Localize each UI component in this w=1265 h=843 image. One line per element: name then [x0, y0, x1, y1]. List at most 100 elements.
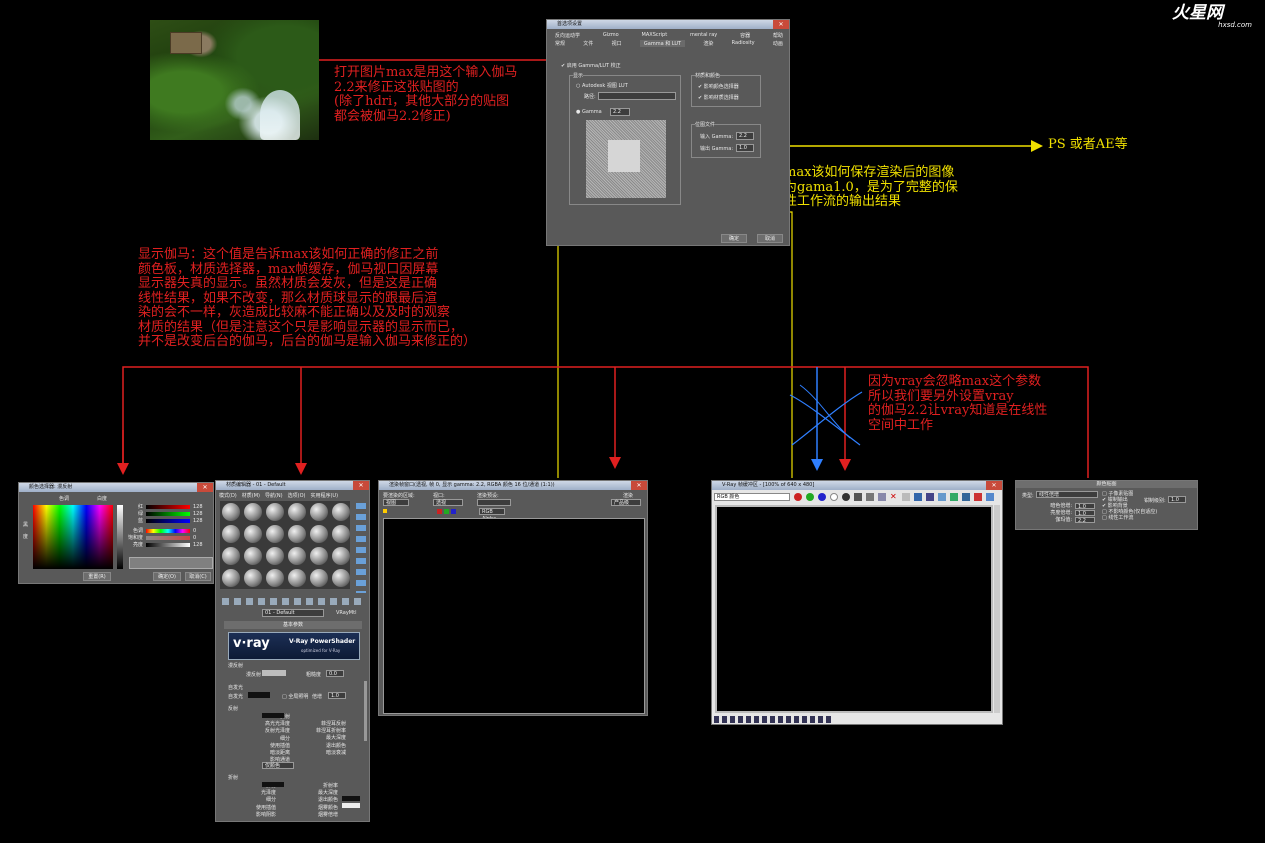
color-mapping-header[interactable]: 颜色贴图 [1016, 481, 1197, 488]
tab-gamma-lut[interactable]: Gamma 和 LUT [639, 40, 686, 47]
gamma-radio[interactable]: ● Gamma [576, 109, 602, 115]
mono-icon[interactable] [842, 493, 850, 501]
sample-slots[interactable] [220, 501, 350, 589]
slider-value[interactable]: 128 [193, 511, 203, 517]
reflect-swatch[interactable] [262, 713, 284, 718]
lut-path-field[interactable] [598, 92, 676, 100]
hue-spectrum[interactable] [33, 505, 113, 569]
display-gamma-field[interactable]: 2.2 [610, 108, 630, 116]
tab-files[interactable]: 文件 [583, 40, 593, 47]
exit-color-swatch[interactable] [342, 796, 360, 801]
gamma-field[interactable]: 2.2 [1075, 516, 1095, 524]
render-mode-select[interactable]: 产品级 [611, 499, 641, 506]
blue-channel-icon[interactable] [818, 493, 826, 501]
srgb-icon[interactable] [974, 493, 982, 501]
tab-mentalray[interactable]: mental ray [690, 32, 717, 39]
bright-mult-field[interactable]: 1.0 [1075, 509, 1095, 517]
close-icon[interactable]: ✕ [773, 20, 789, 29]
link-icon[interactable] [926, 493, 934, 501]
channel-select[interactable]: RGB Alpha [479, 508, 505, 522]
blue-slider[interactable] [146, 518, 190, 523]
tab-help[interactable]: 帮助 [773, 32, 783, 39]
selfillum-swatch[interactable] [248, 692, 270, 698]
slider-value[interactable]: 128 [193, 518, 203, 524]
tab-viewports[interactable]: 视口 [612, 40, 622, 47]
prefs-cancel-button[interactable]: 取消 [757, 234, 783, 243]
tab-general[interactable]: 常规 [555, 40, 565, 47]
slider-value[interactable]: 0 [193, 528, 196, 534]
region-icon[interactable] [902, 493, 910, 501]
mat-scrollbar[interactable] [364, 681, 367, 741]
menu-navigation[interactable]: 导航(N) [265, 492, 283, 499]
gi-checkbox[interactable]: □ 全局照明 [282, 693, 308, 700]
preset-select[interactable] [477, 499, 511, 506]
refract-swatch[interactable] [262, 782, 284, 787]
mult-field[interactable]: 1.0 [328, 692, 346, 699]
alpha-channel-icon[interactable] [830, 493, 838, 501]
vfb-scrollbar[interactable] [994, 505, 1000, 713]
menu-options[interactable]: 选项(O) [288, 492, 306, 499]
input-gamma-field[interactable]: 2.2 [736, 132, 754, 140]
save-icon[interactable] [854, 493, 862, 501]
menu-mode[interactable]: 模式(D) [219, 492, 237, 499]
saturation-slider[interactable] [146, 535, 190, 540]
affect-color-checkbox[interactable]: ✔ 影响颜色选择器 [698, 83, 739, 90]
affect-channel-select[interactable]: 仅颜色 [262, 762, 294, 769]
green-slider[interactable] [146, 511, 190, 516]
lut-icon[interactable] [962, 493, 970, 501]
color-ok-button[interactable]: 确定(O) [153, 572, 181, 581]
close-icon[interactable]: ✕ [353, 481, 369, 490]
close-icon[interactable]: ✕ [986, 481, 1002, 490]
basic-params-rollout[interactable]: 基本参数 [224, 621, 362, 629]
enable-gamma-checkbox[interactable]: ✔ 启用 Gamma/LUT 校正 [561, 62, 621, 69]
slider-value[interactable]: 128 [193, 542, 203, 548]
clamp-level-field[interactable]: 1.0 [1168, 496, 1186, 503]
prefs-ok-button[interactable]: 确定 [721, 234, 747, 243]
area-select[interactable]: 视图 [383, 499, 409, 506]
track-mouse-icon[interactable] [914, 493, 922, 501]
tab-ik[interactable]: 反向运动学 [555, 32, 580, 39]
tab-container[interactable]: 容器 [740, 32, 750, 39]
clear-icon[interactable] [866, 493, 874, 501]
red-slider[interactable] [146, 504, 190, 509]
fog-color-swatch[interactable] [342, 803, 360, 808]
menu-utilities[interactable]: 实用程序(U) [310, 492, 338, 499]
affect-material-checkbox[interactable]: ✔ 影响材质选择器 [698, 94, 739, 101]
hue-slider[interactable] [146, 528, 190, 533]
type-select[interactable]: 线性倍增 [1036, 491, 1098, 498]
close-icon[interactable]: ✕ [197, 483, 213, 492]
material-name-field[interactable]: 01 - Default [262, 609, 324, 617]
tab-gizmo[interactable]: Gizmo [603, 32, 619, 39]
output-gamma-field[interactable]: 1.0 [736, 144, 754, 152]
tab-animation[interactable]: 动画 [773, 40, 783, 47]
vfb-channel-select[interactable]: RGB 颜色 [714, 493, 790, 501]
red-channel-icon[interactable] [437, 509, 442, 514]
history-icon[interactable] [986, 493, 994, 501]
levels-icon[interactable] [950, 493, 958, 501]
slider-value[interactable]: 0 [193, 535, 196, 541]
autodesk-lut-radio[interactable]: ○ Autodesk 视图 LUT [576, 82, 628, 89]
viewport-select[interactable]: 透视 [433, 499, 463, 506]
value-slider[interactable] [146, 542, 190, 547]
roughness-field[interactable]: 0.0 [326, 670, 344, 677]
close-render-icon[interactable]: ✕ [890, 493, 898, 501]
green-channel-icon[interactable] [806, 493, 814, 501]
close-icon[interactable]: ✕ [631, 481, 647, 490]
material-type-button[interactable]: VRayMtl [336, 610, 356, 616]
copy-icon[interactable] [878, 493, 886, 501]
green-channel-icon[interactable] [444, 509, 449, 514]
blue-channel-icon[interactable] [451, 509, 456, 514]
pixel-info-icon[interactable] [938, 493, 946, 501]
menu-material[interactable]: 材质(M) [242, 492, 260, 499]
dark-mult-field[interactable]: 1.0 [1075, 502, 1095, 510]
red-channel-icon[interactable] [794, 493, 802, 501]
tab-maxscript[interactable]: MAXScript [642, 32, 668, 39]
reset-button[interactable]: 重置(R) [83, 572, 111, 581]
diffuse-swatch[interactable] [262, 670, 286, 676]
tab-radiosity[interactable]: Radiosity [732, 40, 755, 47]
whiteness-bar[interactable] [117, 505, 123, 569]
slider-value[interactable]: 128 [193, 504, 203, 510]
color-cancel-button[interactable]: 取消(C) [185, 572, 211, 581]
tab-rendering[interactable]: 渲染 [703, 40, 713, 47]
render-button[interactable]: 渲染 [623, 492, 633, 499]
